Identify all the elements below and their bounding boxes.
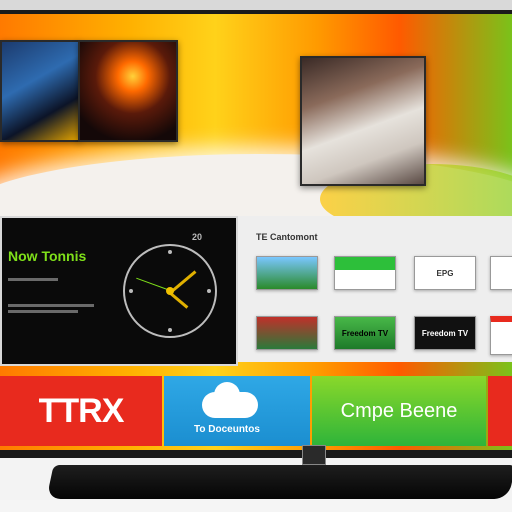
apps-panel-title: TE Cantomont [256,232,318,242]
tv-screen: Now Tonnis 20 TE Cantomont EPG Freedom T… [0,14,512,450]
tile-ttrx[interactable]: TTRX [0,376,162,446]
cloud-icon [202,382,258,418]
clock-panel[interactable]: Now Tonnis 20 [0,216,238,366]
clock-panel-title: Now Tonnis [8,248,87,264]
featured-thumbnail-2[interactable] [78,40,178,142]
app-tile-8[interactable] [490,316,512,355]
app-tile-2[interactable] [334,256,396,290]
app-tile-4[interactable] [490,256,512,290]
app-tile-5[interactable] [256,316,318,350]
panel-text-line [8,310,78,313]
tv-stand [46,465,512,499]
tile-green[interactable]: Cmpe Beene [312,376,486,446]
featured-thumbnail-3[interactable] [300,56,426,186]
tv-frame: Now Tonnis 20 TE Cantomont EPG Freedom T… [0,0,512,512]
floor [0,500,512,512]
featured-thumbnail-1[interactable] [0,40,80,142]
clock-badge: 20 [192,232,203,242]
panel-text-line [8,278,58,281]
apps-panel: TE Cantomont EPG Freedom TV Freedom TV [238,216,512,362]
panel-text-line [8,304,94,307]
tv-logo-icon [302,445,326,465]
app-tile-1[interactable] [256,256,318,290]
clock-icon [123,244,217,338]
bottom-tile-row: TTRX To Doceuntos Cmpe Beene [0,376,512,450]
app-tile-7[interactable]: Freedom TV [414,316,476,350]
tv-bottom-bezel [0,450,512,458]
tile-cloud[interactable]: To Doceuntos [164,376,310,446]
tile-cloud-label: To Doceuntos [194,424,260,435]
tv-top-bezel [0,0,512,14]
app-tile-6[interactable]: Freedom TV [334,316,396,350]
app-tile-3[interactable]: EPG [414,256,476,290]
tile-red-partial[interactable] [488,376,512,446]
